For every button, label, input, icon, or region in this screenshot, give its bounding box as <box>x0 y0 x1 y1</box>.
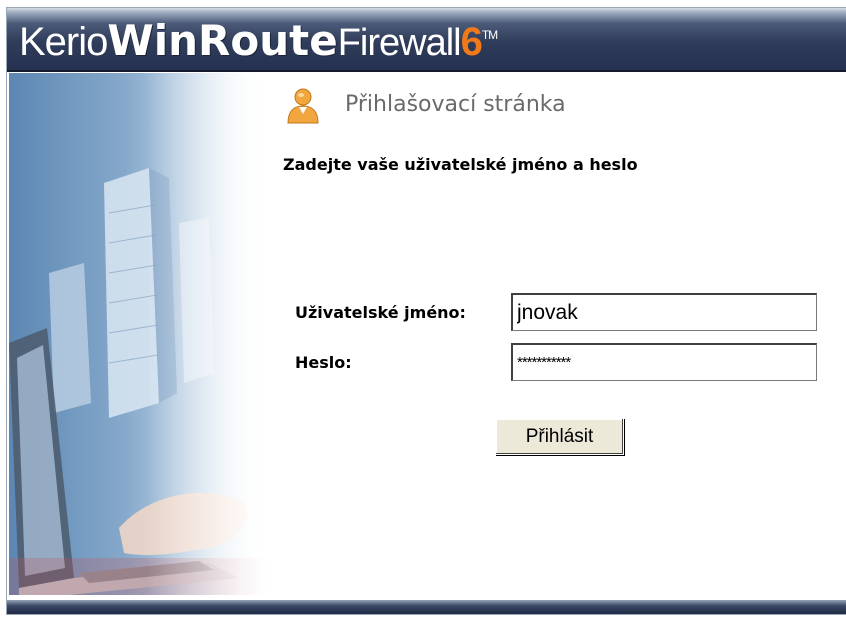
password-label: Heslo: <box>295 353 352 372</box>
logo-firewall: Firewall <box>337 22 462 64</box>
header-bar: KerioWinRouteFirewall6TM <box>7 8 846 72</box>
kerio-winroute-logo: KerioWinRouteFirewall6TM <box>19 16 498 65</box>
logo-winroute: WinRoute <box>107 16 338 65</box>
password-input[interactable] <box>511 343 817 381</box>
user-icon <box>287 88 319 124</box>
username-label: Uživatelské jméno: <box>295 303 466 322</box>
username-input[interactable] <box>511 293 817 331</box>
logo-trademark: TM <box>481 28 498 42</box>
page-title: Přihlašovací stránka <box>345 92 566 117</box>
footer-bar <box>7 600 846 614</box>
side-illustration <box>9 73 267 595</box>
logo-kerio: Kerio <box>19 20 108 64</box>
logo-version: 6 <box>460 20 483 64</box>
login-instructions: Zadejte vaše uživatelské jméno a heslo <box>283 155 638 174</box>
login-button[interactable]: Přihlásit <box>495 418 624 455</box>
